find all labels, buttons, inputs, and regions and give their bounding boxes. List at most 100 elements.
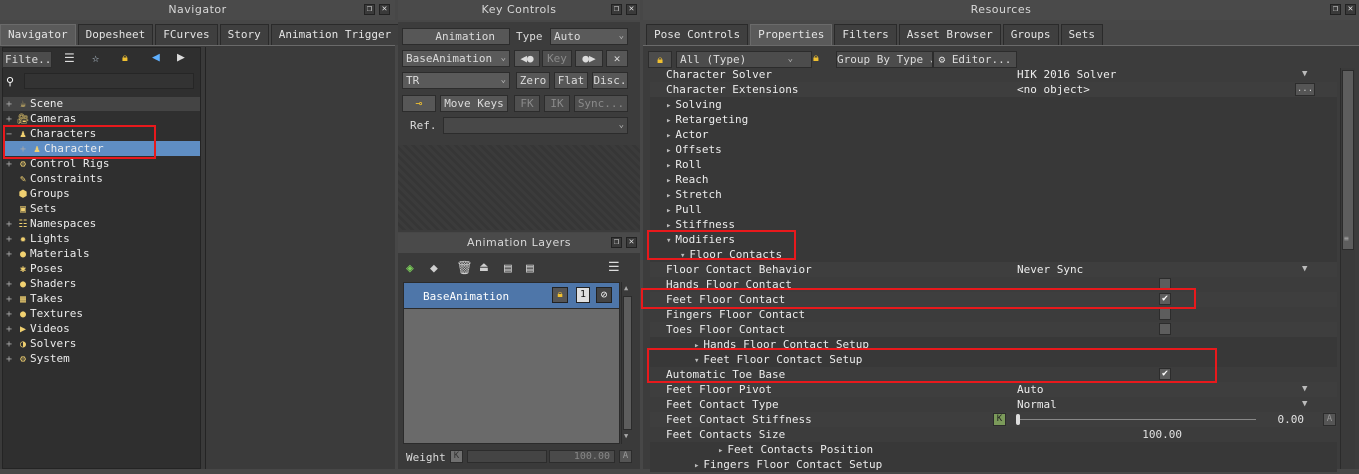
stiffness-value[interactable]: 0.00 <box>1270 412 1305 427</box>
tree-expander-icon[interactable]: + <box>6 292 16 307</box>
merge-icon[interactable]: ⏏ <box>480 260 488 275</box>
ik-button[interactable]: IK <box>544 95 570 112</box>
resources-lock-icon[interactable]: 🔒︎ <box>648 51 672 68</box>
expand-layers-icon[interactable]: ▤ <box>526 261 534 276</box>
chevron-down-icon[interactable]: ▼ <box>1302 67 1307 82</box>
layers-scrollbar[interactable]: ▲ ▼ <box>621 282 633 444</box>
tree-expander-icon[interactable]: + <box>6 157 16 172</box>
property-row-stretch[interactable]: ▸ Stretch <box>650 187 1337 202</box>
property-dropdown[interactable]: Normal <box>1017 397 1057 412</box>
tree-item-namespaces[interactable]: + ☷ Namespaces <box>6 216 96 231</box>
disc-button[interactable]: Disc. <box>592 72 628 89</box>
take-layer-select[interactable]: BaseAnimation ⌄ <box>402 50 510 67</box>
layers-stack-icon[interactable]: ◆ <box>430 261 438 276</box>
property-row-feet-floor-contact[interactable]: Feet Floor Contact ✔ <box>650 292 1337 307</box>
tab-story[interactable]: Story <box>219 24 269 45</box>
tree-item-poses[interactable]: ✱ Poses <box>6 261 63 276</box>
tree-item-solvers[interactable]: + ◑ Solvers <box>6 336 76 351</box>
back-arrow-icon[interactable]: ◀ <box>152 51 166 65</box>
property-dropdown[interactable]: HIK 2016 Solver <box>1017 67 1116 82</box>
property-row-hands-floor-contact[interactable]: Hands Floor Contact <box>650 277 1337 292</box>
tree-item-videos[interactable]: + ▶ Videos <box>6 321 70 336</box>
tree-expander-icon[interactable]: − <box>6 127 16 142</box>
property-row-feet-floor-pivot[interactable]: Feet Floor Pivot Auto ▼ <box>650 382 1337 397</box>
weight-key-button[interactable]: K <box>450 450 463 463</box>
collapsed-arrow-icon[interactable]: ▸ <box>666 146 671 156</box>
property-row-feet-contacts-size[interactable]: Feet Contacts Size 100.00 <box>650 427 1337 442</box>
key-icon-button[interactable]: ⊸ <box>402 95 436 112</box>
scroll-up-icon[interactable]: ▲ <box>624 284 628 292</box>
sync-button[interactable]: Sync... <box>574 95 628 112</box>
stiffness-slider[interactable] <box>1016 419 1256 420</box>
tree-item-takes[interactable]: + ▦ Takes <box>6 291 63 306</box>
property-row-modifiers[interactable]: ▾ Modifiers <box>650 232 1337 247</box>
tree-expander-icon[interactable]: + <box>6 112 16 127</box>
type-select[interactable]: Auto ⌄ <box>550 28 628 45</box>
tree-item-constraints[interactable]: ✎ Constraints <box>6 171 103 186</box>
tree-item-sets[interactable]: ▣ Sets <box>6 201 57 216</box>
property-row-solving[interactable]: ▸ Solving <box>650 97 1337 112</box>
layer-mute-icon[interactable]: ⊘ <box>596 287 612 303</box>
property-row-stiffness[interactable]: ▸ Stiffness <box>650 217 1337 232</box>
tree-item-characters[interactable]: − ♟ Characters <box>6 126 96 141</box>
property-row-feet-contacts-position[interactable]: ▸ Feet Contacts Position <box>650 442 1337 457</box>
properties-scroll-thumb[interactable] <box>1342 70 1354 250</box>
browse-button[interactable]: ... <box>1295 83 1315 96</box>
tree-expander-icon[interactable]: + <box>6 97 16 112</box>
lock-icon[interactable]: 🔒︎ <box>122 51 138 65</box>
chevron-down-icon[interactable]: ▼ <box>1302 397 1307 412</box>
property-row-offsets[interactable]: ▸ Offsets <box>650 142 1337 157</box>
collapse-layers-icon[interactable]: ▤ <box>504 261 512 276</box>
property-row-feet-contact-type[interactable]: Feet Contact Type Normal ▼ <box>650 397 1337 412</box>
stiffness-key-button[interactable]: K <box>993 413 1006 426</box>
tree-expander-icon[interactable]: + <box>6 247 16 262</box>
key-button[interactable]: Key <box>542 50 572 67</box>
tab-groups[interactable]: Groups <box>1002 24 1059 45</box>
filter-lock-icon[interactable]: 🔒︎ <box>813 51 819 65</box>
property-row-automatic-toe-base[interactable]: Automatic Toe Base ✔ <box>650 367 1337 382</box>
property-row-fingers-floor-contact[interactable]: Fingers Floor Contact <box>650 307 1337 322</box>
tab-pose-controls[interactable]: Pose Controls <box>646 24 749 45</box>
chevron-down-icon[interactable]: ▼ <box>1302 382 1307 397</box>
properties-scrollbar[interactable]: ≡ <box>1340 68 1355 469</box>
weight-slider[interactable] <box>467 450 547 463</box>
property-row-floor-contacts[interactable]: ▾ Floor Contacts <box>650 247 1337 262</box>
weight-value[interactable]: 100.00 <box>549 450 615 463</box>
navigator-filter-button[interactable]: Filte... <box>2 51 52 68</box>
fk-button[interactable]: FK <box>514 95 540 112</box>
property-checkbox[interactable] <box>1159 308 1171 320</box>
tree-item-groups[interactable]: ⬢ Groups <box>6 186 70 201</box>
weight-anim-button[interactable]: A <box>619 450 632 463</box>
tree-item-scene[interactable]: + ☕ Scene <box>6 96 63 111</box>
move-keys-button[interactable]: Move Keys <box>440 95 508 112</box>
resources-close-icon[interactable]: ✕ <box>1345 4 1356 15</box>
tree-expander-icon[interactable]: + <box>6 307 16 322</box>
property-checkbox[interactable] <box>1159 323 1171 335</box>
type-filter-select[interactable]: All (Type) ⌄ <box>676 51 812 68</box>
collapsed-arrow-icon[interactable]: ▸ <box>666 161 671 171</box>
tree-expander-icon[interactable]: + <box>6 337 16 352</box>
navigator-close-icon[interactable]: ✕ <box>379 4 390 15</box>
prev-key-button[interactable]: ◀● <box>514 50 540 67</box>
animation-mode-button[interactable]: Animation <box>402 28 510 45</box>
resources-float-icon[interactable]: ❐ <box>1330 4 1341 15</box>
property-row-pull[interactable]: ▸ Pull <box>650 202 1337 217</box>
delete-key-button[interactable]: ✕ <box>606 50 628 67</box>
property-checkbox[interactable]: ✔ <box>1159 368 1171 380</box>
layer-solo-button[interactable]: 1 <box>576 287 590 303</box>
property-dropdown[interactable]: Auto <box>1017 382 1044 397</box>
scroll-thumb[interactable] <box>623 296 632 430</box>
property-row-actor[interactable]: ▸ Actor <box>650 127 1337 142</box>
collapsed-arrow-icon[interactable]: ▸ <box>718 446 723 456</box>
property-row-character-extensions[interactable]: Character Extensions <no object>... <box>650 82 1337 97</box>
group-by-button[interactable]: Group By Type ⌄ <box>836 51 933 68</box>
flat-button[interactable]: Flat <box>554 72 588 89</box>
collapsed-arrow-icon[interactable]: ▸ <box>666 206 671 216</box>
property-row-floor-contact-behavior[interactable]: Floor Contact Behavior Never Sync ▼ <box>650 262 1337 277</box>
property-dropdown[interactable]: Never Sync <box>1017 262 1083 277</box>
tree-item-textures[interactable]: + ● Textures <box>6 306 83 321</box>
slider-handle[interactable] <box>1016 414 1020 425</box>
add-layer-icon[interactable]: ◈ <box>406 261 414 276</box>
property-row-toes-floor-contact[interactable]: Toes Floor Contact <box>650 322 1337 337</box>
tree-item-materials[interactable]: + ● Materials <box>6 246 90 261</box>
